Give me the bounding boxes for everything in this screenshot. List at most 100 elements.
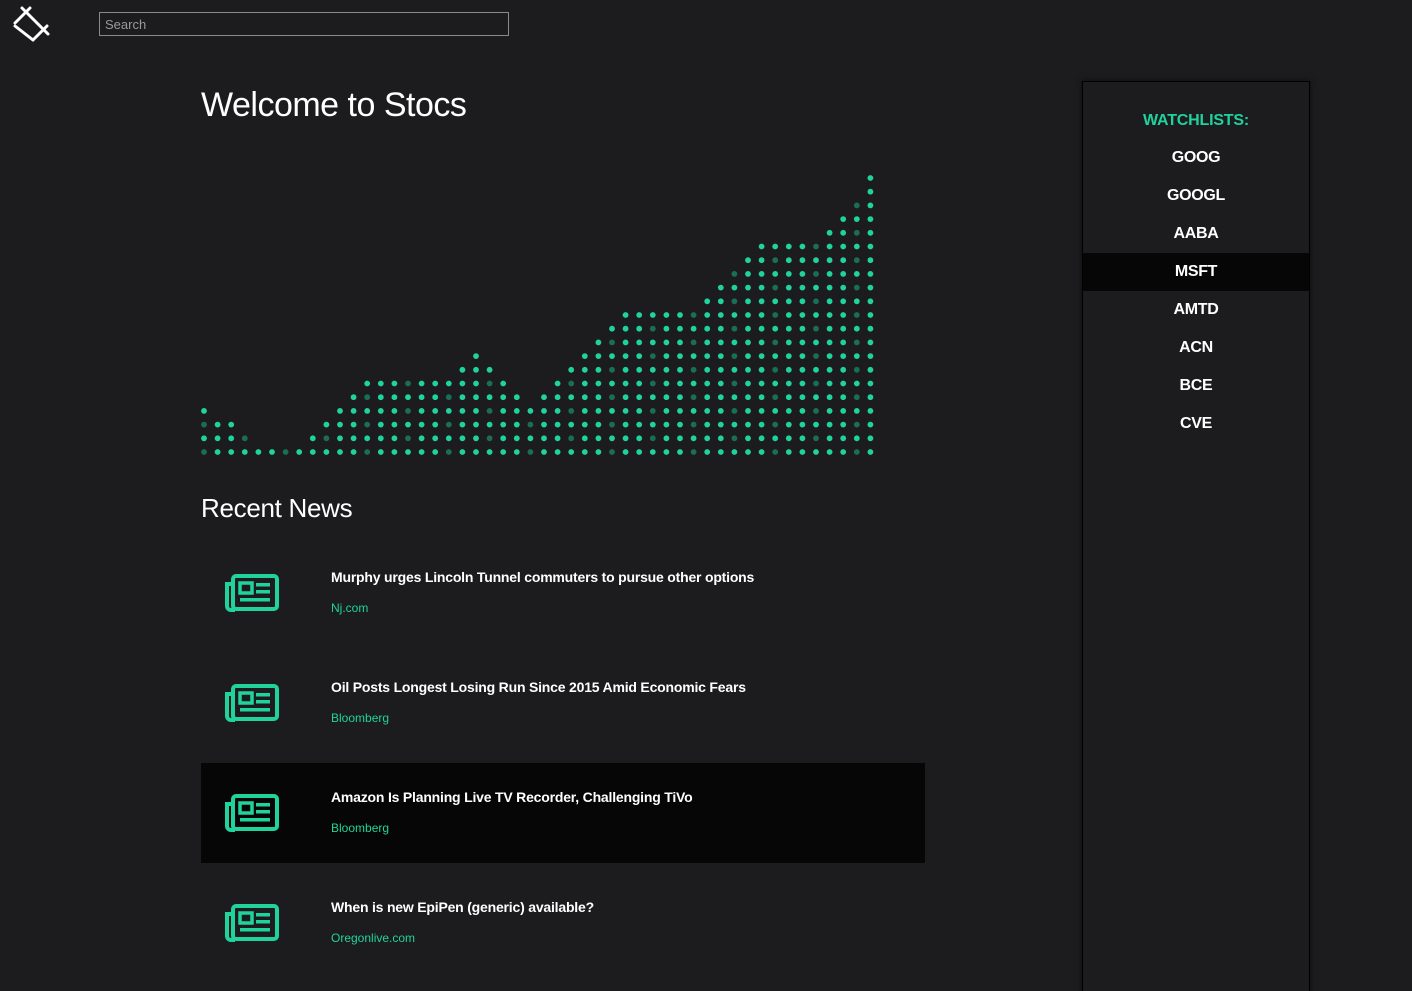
chart-dot [636,339,643,346]
chart-dot [500,380,507,387]
chart-dot [772,325,779,332]
chart-dot [758,366,765,373]
chart-dot [649,366,656,373]
chart-dot [731,435,738,442]
chart-dot [214,449,221,455]
news-title[interactable]: When is new EpiPen (generic) available? [331,899,594,915]
watchlist-item-goog[interactable]: GOOG [1083,139,1309,177]
chart-dot [595,449,602,455]
news-item-selected[interactable]: Amazon Is Planning Live TV Recorder, Cha… [201,763,925,863]
chart-dot [717,421,724,428]
chart-dot [745,339,751,346]
chart-dot [785,339,792,346]
chart-dot [486,408,493,414]
watchlist-item-cve[interactable]: CVE [1083,405,1309,443]
chart-dot [323,435,330,442]
chart-dot [704,339,711,346]
watchlist-item-amtd[interactable]: AMTD [1083,291,1309,329]
chart-dot [527,408,534,414]
chart-dot [228,449,235,455]
chart-dot [527,421,534,428]
chart-dot [554,408,561,414]
news-title[interactable]: Amazon Is Planning Live TV Recorder, Cha… [331,789,693,805]
news-title[interactable]: Oil Posts Longest Losing Run Since 2015 … [331,679,746,695]
chart-dot [813,312,819,318]
chart-dot [649,435,656,442]
watchlist-item-msft[interactable]: MSFT [1083,253,1309,291]
watchlist-item-bce[interactable]: BCE [1083,367,1309,405]
chart-dot [867,312,874,318]
chart-dot [677,394,683,401]
chart-dot [309,435,316,442]
chart-dot [840,271,847,277]
news-item[interactable]: Oil Posts Longest Losing Run Since 2015 … [201,653,925,753]
chart-dot [853,435,860,442]
news-title[interactable]: Murphy urges Lincoln Tunnel commuters to… [331,569,754,585]
newspaper-icon [225,684,279,722]
chart-dot [309,449,316,455]
chart-dot [853,312,860,318]
chart-dot [704,312,711,318]
watchlist-item-acn[interactable]: ACN [1083,329,1309,367]
chart-dot [649,394,656,401]
chart-dot [568,366,575,373]
chart-dot [826,435,833,442]
chart-dot [731,353,738,359]
chart-dot [772,339,779,346]
chart-dot [350,394,357,401]
chart-dot [459,366,466,373]
chart-dot [785,271,792,277]
chart-dot [853,216,860,222]
chart-dot [867,325,874,332]
chart-dot [473,435,479,442]
news-source: Bloomberg [331,821,390,835]
chart-dot [486,435,493,442]
chart-dot [717,312,724,318]
news-item[interactable]: When is new EpiPen (generic) available? … [201,873,925,973]
chart-dot [677,312,683,318]
watchlist-item-googl[interactable]: GOOGL [1083,177,1309,215]
chart-dot [826,394,833,401]
chart-dot [677,380,683,387]
chart-dot [568,394,575,401]
chart-dot [799,271,806,277]
chart-dot [785,380,792,387]
chart-dot [826,284,833,291]
chart-dot [622,353,629,359]
chart-dot [663,435,670,442]
chart-dot [840,216,847,222]
chart-dot [717,380,724,387]
chart-dot [704,421,711,428]
chart-dot [853,202,860,209]
chart-dot [486,380,493,387]
watchlists-panel: WATCHLISTS: GOOG GOOGL AABA MSFT AMTD AC… [1082,81,1310,991]
chart-dot [826,229,833,236]
watchlist-item-aaba[interactable]: AABA [1083,215,1309,253]
chart-dot [541,394,547,401]
chart-dot [799,257,806,264]
chart-dot [663,394,670,401]
chart-dot [745,353,751,359]
chart-dot [581,380,588,387]
chart-dot [745,408,751,414]
chart-dot [867,449,874,455]
chart-dot [418,380,425,387]
chart-dot [622,435,629,442]
chart-dot [445,449,452,455]
chart-dot [581,366,588,373]
search-input[interactable] [99,12,509,36]
chart-dot [840,257,847,264]
chart-dot [609,408,615,414]
chart-dot [826,312,833,318]
chart-dot [663,408,670,414]
chart-dot [201,435,207,442]
chart-dot [350,421,357,428]
chart-dot [432,449,439,455]
chart-dot [622,380,629,387]
news-item[interactable]: Murphy urges Lincoln Tunnel commuters to… [201,543,925,643]
chart-dot [554,449,561,455]
stocs-logo-icon[interactable] [10,4,52,44]
chart-dot [717,298,724,305]
chart-dot [649,449,656,455]
chart-dot [785,366,792,373]
